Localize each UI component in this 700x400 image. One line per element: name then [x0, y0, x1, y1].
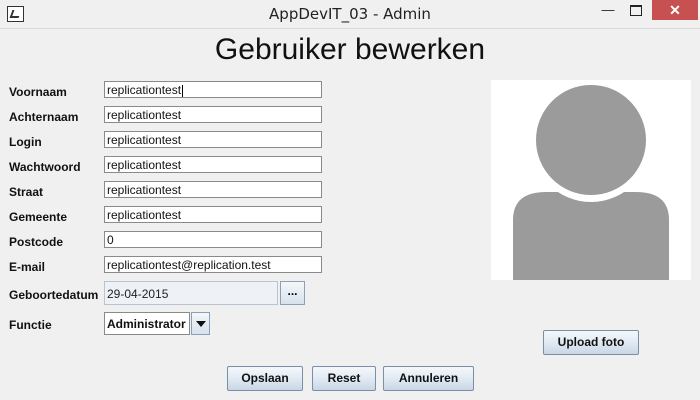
- login-field[interactable]: replicationtest: [104, 131, 322, 148]
- email-label: E-mail: [9, 260, 46, 274]
- voornaam-label: Voornaam: [9, 85, 67, 99]
- function-select[interactable]: Administrator: [104, 312, 190, 335]
- postcode-label: Postcode: [9, 235, 64, 249]
- reset-button[interactable]: Reset: [312, 366, 376, 391]
- upload-photo-button[interactable]: Upload foto: [543, 330, 639, 355]
- avatar-placeholder-icon: [513, 82, 669, 280]
- birthdate-field[interactable]: 29-04-2015: [104, 281, 278, 305]
- gemeente-field[interactable]: replicationtest: [104, 206, 322, 223]
- avatar-head: [536, 85, 646, 195]
- voornaam-field[interactable]: replicationtest: [104, 81, 322, 98]
- minimize-button[interactable]: —: [595, 0, 621, 20]
- close-button[interactable]: ✕: [652, 0, 698, 20]
- maximize-icon: [630, 5, 642, 17]
- maximize-button[interactable]: [622, 0, 650, 20]
- date-picker-button[interactable]: ...: [280, 281, 305, 305]
- functie-label: Functie: [9, 318, 52, 332]
- postcode-field[interactable]: 0: [104, 231, 322, 248]
- achternaam-field[interactable]: replicationtest: [104, 106, 322, 123]
- straat-field[interactable]: replicationtest: [104, 181, 322, 198]
- login-label: Login: [9, 135, 42, 149]
- achternaam-label: Achternaam: [9, 110, 79, 124]
- title-bar: AppDevIT_03 - Admin — ✕: [0, 0, 700, 29]
- cancel-button[interactable]: Annuleren: [383, 366, 474, 391]
- geboortedatum-label: Geboortedatum: [9, 288, 99, 302]
- chevron-down-icon[interactable]: [191, 312, 210, 335]
- straat-label: Straat: [9, 185, 44, 199]
- avatar-body: [513, 192, 669, 280]
- email-field[interactable]: replicationtest@replication.test: [104, 256, 322, 273]
- save-button[interactable]: Opslaan: [227, 366, 303, 391]
- wachtwoord-label: Wachtwoord: [9, 160, 81, 174]
- wachtwoord-field[interactable]: replicationtest: [104, 156, 322, 173]
- profile-photo: [491, 80, 691, 280]
- page-title: Gebruiker bewerken: [214, 33, 486, 66]
- gemeente-label: Gemeente: [9, 210, 68, 224]
